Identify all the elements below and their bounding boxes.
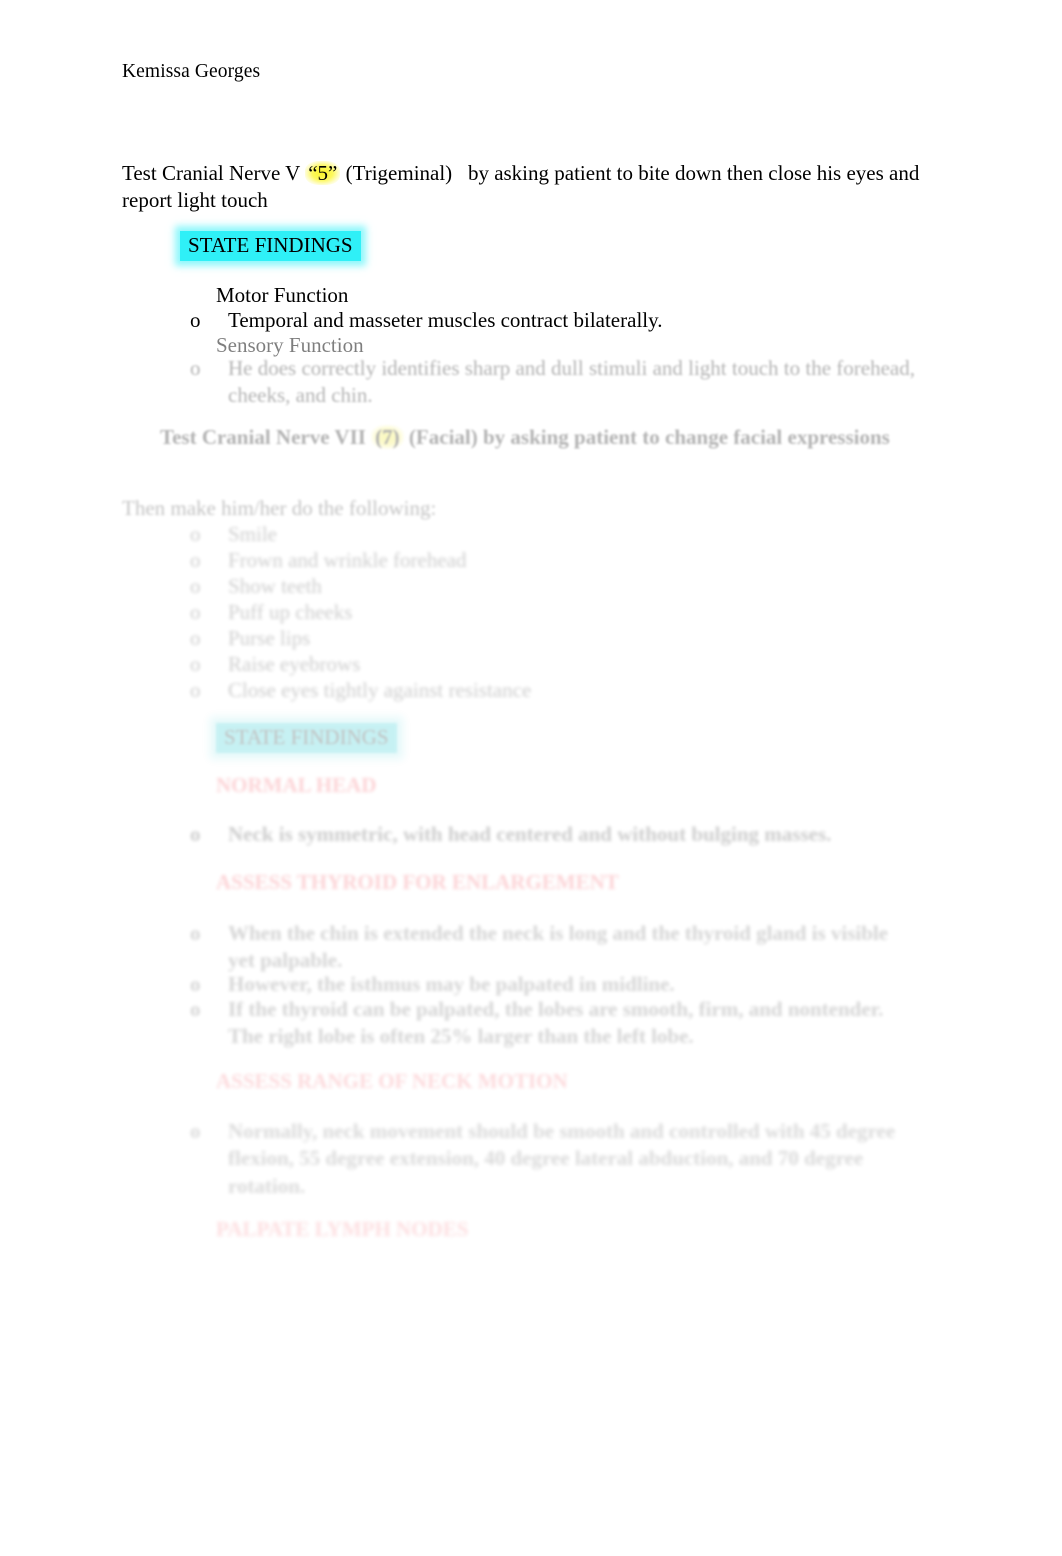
assess-rom-annotation: ASSESS RANGE OF NECK MOTION (216, 1069, 568, 1093)
bullet-marker: o (190, 652, 201, 676)
list-item: o Raise eyebrows (190, 651, 930, 678)
bullet-marker: o (190, 921, 201, 945)
assess-thyroid-annotation: ASSESS THYROID FOR ENLARGEMENT (216, 870, 619, 894)
bullet-marker: o (190, 678, 201, 702)
list-item: o Puff up cheeks (190, 599, 930, 626)
list-item: o Show teeth (190, 573, 930, 600)
list-item: o Frown and wrinkle forehead (190, 547, 930, 574)
neck-rom-bullet: o Normally, neck movement should be smoo… (190, 1118, 935, 1200)
cn5-state-findings: STATE FINDINGS (180, 231, 361, 262)
list-item: o Purse lips (190, 625, 930, 652)
sensory-function-bullet: o He does correctly identifies sharp and… (190, 355, 945, 410)
cn7-state-findings-label: STATE FINDINGS (216, 723, 397, 754)
thyroid-item-text: When the chin is extended the neck is lo… (228, 921, 889, 973)
neck-symmetry-bullet: o Neck is symmetric, with head centered … (190, 821, 950, 848)
cn7-heading-mid: (Facial) (408, 425, 478, 449)
motor-function-heading: Motor Function (216, 283, 349, 307)
bullet-marker: o (190, 972, 201, 996)
cn7-heading-pre: Test Cranial Nerve VII (160, 425, 366, 449)
palpate-lymph-nodes-annotation: PALPATE LYMPH NODES (216, 1217, 469, 1241)
sensory-function-text: He does correctly identifies sharp and d… (228, 356, 915, 408)
list-item-label: Smile (228, 522, 278, 546)
document-page: Kemissa Georges Test Cranial Nerve V “5”… (0, 0, 1062, 1556)
thyroid-item-text: However, the isthmus may be palpated in … (228, 972, 675, 996)
thyroid-item: o When the chin is extended the neck is … (190, 920, 905, 975)
bullet-marker: o (190, 548, 201, 572)
cn7-instruction: Then make him/her do the following: (122, 496, 437, 520)
list-item-label: Puff up cheeks (228, 600, 353, 624)
list-item-label: Show teeth (228, 574, 322, 598)
bullet-marker: o (190, 356, 201, 380)
cn5-number-highlight: “5” (305, 161, 341, 185)
thyroid-item: o If the thyroid can be palpated, the lo… (190, 996, 905, 1051)
cn7-heading: Test Cranial Nerve VII (7) (Facial) by a… (160, 424, 960, 451)
bullet-marker: o (190, 822, 201, 846)
thyroid-item: o However, the isthmus may be palpated i… (190, 971, 905, 998)
cn5-state-findings-label: STATE FINDINGS (180, 231, 361, 262)
motor-function-text: Temporal and masseter muscles contract b… (228, 308, 663, 332)
list-item-label: Close eyes tightly against resistance (228, 678, 532, 702)
motor-function-bullet: o Temporal and masseter muscles contract… (190, 307, 930, 334)
cn7-heading-post: by asking patient to change facial expre… (482, 425, 890, 449)
bullet-marker: o (190, 574, 201, 598)
cn5-heading-mid: (Trigeminal) (345, 161, 453, 185)
cn5-heading: Test Cranial Nerve V “5” (Trigeminal) by… (122, 160, 952, 215)
list-item: o Close eyes tightly against resistance (190, 677, 930, 704)
neck-rom-text: Normally, neck movement should be smooth… (228, 1119, 896, 1198)
list-item-label: Purse lips (228, 626, 311, 650)
neck-symmetry-text: Neck is symmetric, with head centered an… (228, 822, 832, 846)
bullet-marker: o (190, 626, 201, 650)
list-item-label: Raise eyebrows (228, 652, 361, 676)
thyroid-item-text: If the thyroid can be palpated, the lobe… (228, 997, 884, 1049)
cn5-heading-pre: Test Cranial Nerve V (122, 161, 300, 185)
bullet-marker: o (190, 600, 201, 624)
cn7-state-findings: STATE FINDINGS (216, 723, 397, 754)
list-item: o Smile (190, 521, 930, 548)
bullet-marker: o (190, 997, 201, 1021)
bullet-marker: o (190, 308, 201, 332)
cn7-number-highlight: (7) (371, 425, 404, 449)
author-name: Kemissa Georges (122, 61, 261, 82)
bullet-marker: o (190, 1119, 201, 1143)
list-item-label: Frown and wrinkle forehead (228, 548, 467, 572)
normal-head-annotation: NORMAL HEAD (216, 773, 377, 797)
bullet-marker: o (190, 522, 201, 546)
